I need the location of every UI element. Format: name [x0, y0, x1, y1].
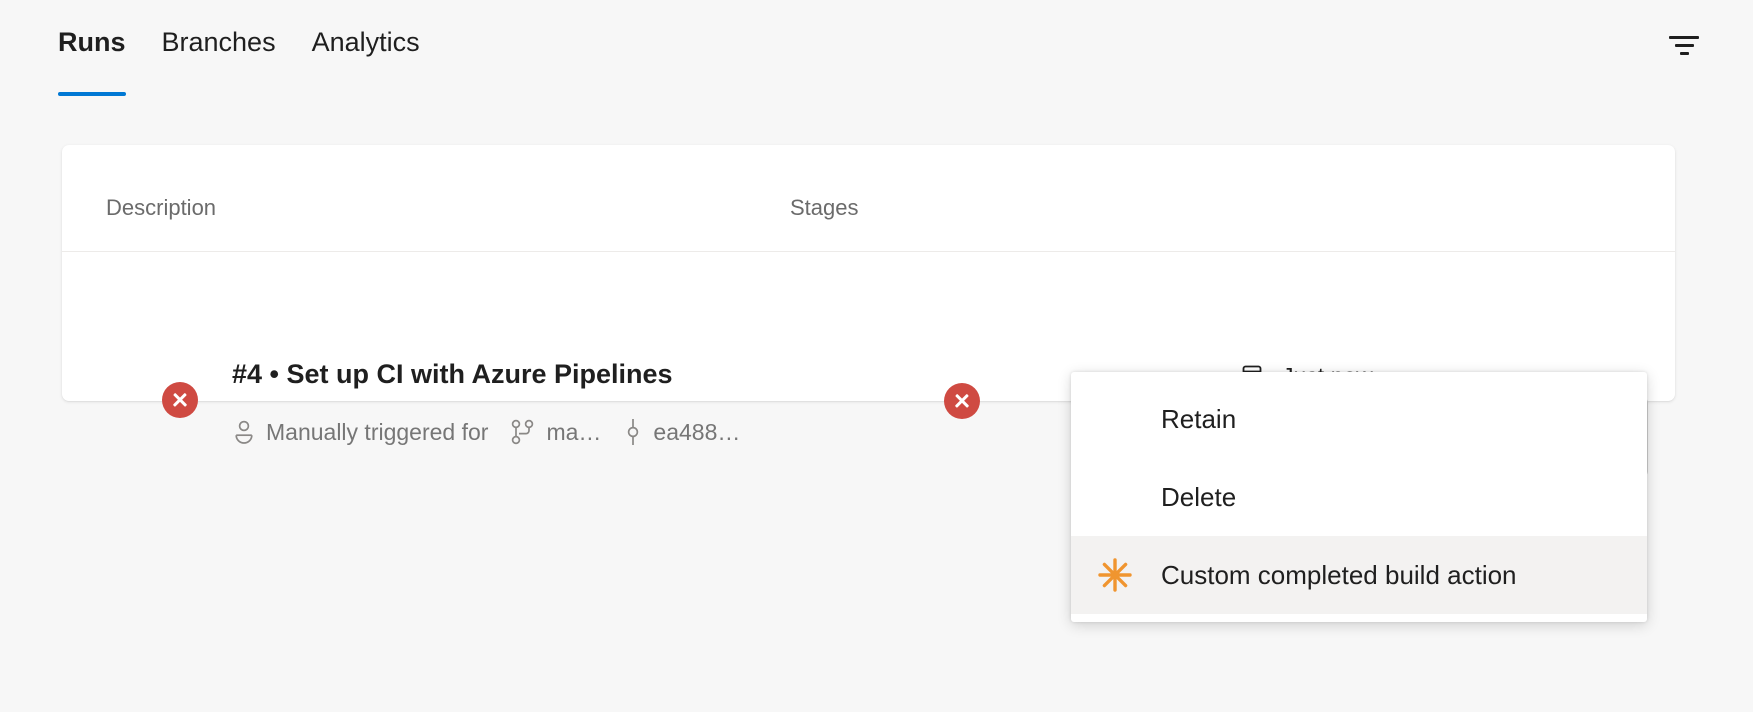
runs-card: Description Stages #4 • Set up CI with A… [62, 145, 1675, 401]
run-branch-name[interactable]: ma… [546, 419, 601, 446]
pipeline-runs-page: Runs Branches Analytics Description Stag… [0, 0, 1753, 712]
runs-table-header: Description Stages [62, 145, 1675, 252]
menu-item-retain[interactable]: Retain [1071, 380, 1647, 458]
branch-icon [510, 418, 536, 446]
tab-bar: Runs Branches Analytics [0, 0, 1753, 110]
asterisk-icon [1093, 556, 1137, 594]
column-header-description: Description [106, 195, 216, 221]
tab-branches[interactable]: Branches [162, 22, 290, 62]
filter-icon[interactable] [1657, 22, 1711, 68]
menu-item-delete-label: Delete [1161, 482, 1236, 513]
failed-icon [162, 382, 198, 418]
filter-bar-bottom [1680, 52, 1689, 55]
run-commit-id[interactable]: ea488… [653, 419, 740, 446]
menu-item-delete[interactable]: Delete [1071, 458, 1647, 536]
menu-item-custom-completed-build-action[interactable]: Custom completed build action [1071, 536, 1647, 614]
tab-active-indicator [58, 92, 126, 96]
tab-runs[interactable]: Runs [58, 22, 140, 62]
filter-bar-top [1669, 36, 1699, 39]
tab-list: Runs Branches Analytics [58, 22, 456, 62]
run-context-menu: Retain Delete Custom completed build act… [1071, 372, 1647, 622]
commit-icon [623, 418, 643, 446]
stage-failed-icon[interactable] [944, 383, 980, 419]
person-icon [232, 419, 256, 445]
tab-analytics-label: Analytics [312, 27, 420, 57]
tab-runs-label: Runs [58, 27, 126, 57]
tab-branches-label: Branches [162, 27, 276, 57]
run-title[interactable]: #4 • Set up CI with Azure Pipelines [232, 359, 673, 390]
column-header-stages: Stages [790, 195, 859, 221]
tab-analytics[interactable]: Analytics [312, 22, 434, 62]
menu-item-retain-label: Retain [1161, 404, 1236, 435]
run-subtitle: Manually triggered for ma… [232, 418, 762, 446]
menu-item-custom-label: Custom completed build action [1161, 560, 1517, 591]
filter-bar-middle [1675, 44, 1694, 47]
run-trigger-text: Manually triggered for [266, 419, 488, 446]
